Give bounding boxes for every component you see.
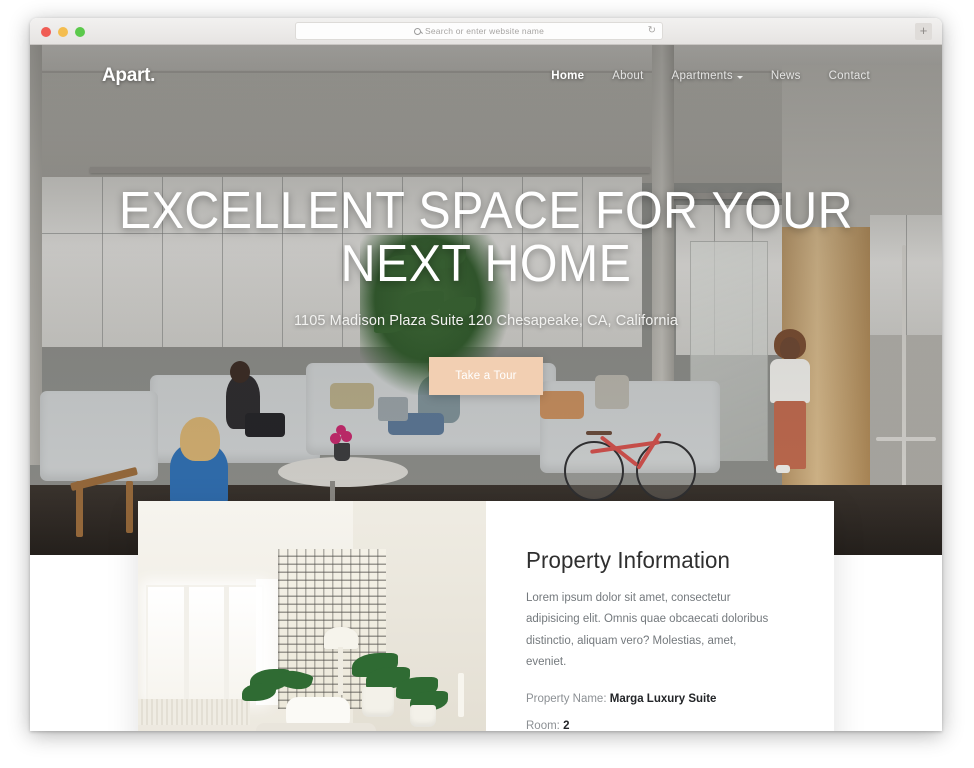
hero-section: Apart. Home About Apartments News Contac… xyxy=(30,45,942,555)
new-tab-button[interactable]: + xyxy=(915,23,932,40)
window-controls xyxy=(41,27,85,37)
nav-item-about[interactable]: About xyxy=(612,70,643,82)
chevron-down-icon xyxy=(736,75,743,79)
nav-item-apartments[interactable]: Apartments xyxy=(672,70,743,82)
nav-item-home[interactable]: Home xyxy=(551,70,584,82)
property-information-card: Property Information Lorem ipsum dolor s… xyxy=(138,501,834,731)
browser-toolbar: Search or enter website name ↻ + xyxy=(30,18,942,45)
browser-window: Search or enter website name ↻ + Apart. … xyxy=(30,18,942,731)
nav-item-home-label: Home xyxy=(551,70,585,82)
close-window-button[interactable] xyxy=(41,27,51,37)
property-details: Property Information Lorem ipsum dolor s… xyxy=(486,501,834,731)
hero-title: EXCELLENT SPACE FOR YOUR NEXT HOME xyxy=(118,182,854,294)
nav-item-contact[interactable]: Contact xyxy=(829,70,870,82)
property-interior-photo xyxy=(138,501,486,731)
nav-item-news[interactable]: News xyxy=(771,70,801,82)
property-name-label: Property Name: xyxy=(526,693,607,706)
page-viewport: Apart. Home About Apartments News Contac… xyxy=(30,45,942,731)
address-bar-content: Search or enter website name xyxy=(414,26,544,36)
nav-item-news-label: News xyxy=(770,70,801,82)
nav-item-apartments-label: Apartments xyxy=(671,70,733,82)
hero-content: EXCELLENT SPACE FOR YOUR NEXT HOME 1105 … xyxy=(30,182,942,396)
take-a-tour-button[interactable]: Take a Tour xyxy=(429,357,543,396)
nav-item-contact-label: Contact xyxy=(828,70,870,82)
property-name-value: Marga Luxury Suite xyxy=(609,693,717,706)
property-detail-row: Property Name: Marga Luxury Suite xyxy=(526,693,790,705)
reload-icon[interactable]: ↻ xyxy=(648,26,656,36)
property-detail-row: Room: 2 xyxy=(526,720,790,731)
site-logo[interactable]: Apart. xyxy=(102,65,155,87)
address-bar-placeholder: Search or enter website name xyxy=(425,26,544,36)
screenshot-root: Search or enter website name ↻ + Apart. … xyxy=(0,0,974,768)
nav-item-about-label: About xyxy=(612,70,644,82)
zoom-window-button[interactable] xyxy=(75,27,85,37)
hero-address: 1105 Madison Plaza Suite 120 Chesapeake,… xyxy=(293,313,679,330)
search-icon xyxy=(414,27,421,35)
address-bar[interactable]: Search or enter website name ↻ xyxy=(295,22,663,40)
property-description: Lorem ipsum dolor sit amet, consectetur … xyxy=(526,592,769,668)
nav-links: Home About Apartments News Contact xyxy=(551,70,870,82)
room-label: Room: xyxy=(526,720,560,731)
minimize-window-button[interactable] xyxy=(58,27,68,37)
room-value: 2 xyxy=(563,720,570,731)
property-heading: Property Information xyxy=(526,547,731,573)
site-navbar: Apart. Home About Apartments News Contac… xyxy=(30,45,942,107)
